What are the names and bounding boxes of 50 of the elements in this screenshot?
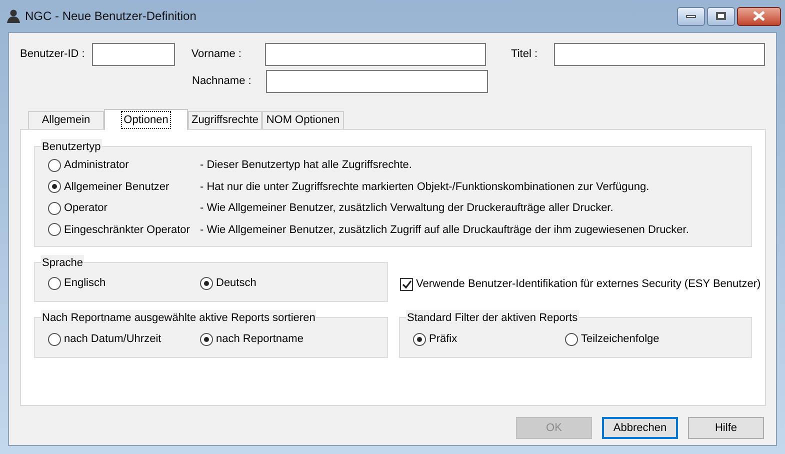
- tab[interactable]: Allgemein: [28, 111, 104, 129]
- radio-button[interactable]: [200, 332, 213, 346]
- field-label: Vorname :: [191, 47, 242, 62]
- group-title: Nach Reportname ausgewählte aktive Reports sortieren: [41, 310, 316, 326]
- radio-button[interactable]: [565, 332, 578, 346]
- minimize-button[interactable]: [677, 6, 705, 26]
- radio-button[interactable]: [48, 277, 61, 290]
- option-description: - Wie Allgemeiner Benutzer, zusätzlich Verwaltung der Druckeraufträge aller Drucker.: [200, 201, 614, 216]
- option-label: Administrator: [64, 158, 129, 173]
- option-label: nach Datum/Uhrzeit: [64, 332, 162, 347]
- radio-button[interactable]: [48, 223, 61, 236]
- input-field[interactable]: [266, 70, 488, 93]
- radio-button[interactable]: [413, 332, 426, 346]
- tab[interactable]: Optionen: [104, 109, 188, 130]
- field-label: Benutzer-ID :: [20, 47, 86, 62]
- group-title: Standard Filter der aktiven Reports: [406, 310, 579, 326]
- option-label: Deutsch: [216, 276, 256, 292]
- group-title: Sprache: [41, 255, 84, 272]
- input-field[interactable]: [554, 43, 766, 66]
- option-label: nach Reportname: [216, 332, 304, 347]
- maximize-button[interactable]: [707, 6, 735, 26]
- input-field[interactable]: [265, 43, 486, 66]
- option-label: Englisch: [64, 276, 106, 292]
- checkbox[interactable]: [400, 278, 413, 290]
- option-label: Operator: [64, 201, 108, 216]
- option-label: Allgemeiner Benutzer: [64, 180, 170, 194]
- close-icon: [753, 11, 765, 21]
- input-field[interactable]: [92, 43, 176, 66]
- option-description: - Hat nur die unter Zugriffsrechte markierten Objekt-/Funktionskombinationen zur Verfügung.: [200, 180, 650, 194]
- checkbox-label: Verwende Benutzer-Identifikation für externes Security (ESY Benutzer): [416, 276, 761, 292]
- radio-button[interactable]: [48, 332, 61, 346]
- option-label: Eingeschränkter Operator: [64, 222, 190, 238]
- user-icon: [7, 9, 20, 23]
- radio-button[interactable]: [48, 202, 61, 215]
- dialog-button[interactable]: Abbrechen: [602, 417, 678, 439]
- radio-button[interactable]: [48, 180, 61, 194]
- close-button[interactable]: [737, 6, 781, 26]
- field-label: Titel :: [511, 47, 539, 62]
- window-title: NGC - Neue Benutzer-Definition: [25, 8, 196, 25]
- group-title: Benutzertyp: [41, 139, 102, 156]
- field-label: Nachname :: [192, 74, 252, 90]
- option-label: Teilzeichenfolge: [581, 332, 660, 347]
- option-description: - Wie Allgemeiner Benutzer, zusätzlich Zugriff auf alle Druckaufträge der ihm zugewiesenen Drucker.: [200, 222, 689, 238]
- tab[interactable]: NOM Optionen: [262, 111, 344, 129]
- dialog-button[interactable]: Hilfe: [688, 417, 764, 439]
- radio-button[interactable]: [200, 277, 213, 290]
- tab[interactable]: Zugriffsrechte: [188, 111, 262, 129]
- option-label: Präfix: [429, 332, 458, 347]
- option-description: - Dieser Benutzertyp hat alle Zugriffsrechte.: [200, 158, 412, 173]
- radio-button[interactable]: [48, 158, 61, 172]
